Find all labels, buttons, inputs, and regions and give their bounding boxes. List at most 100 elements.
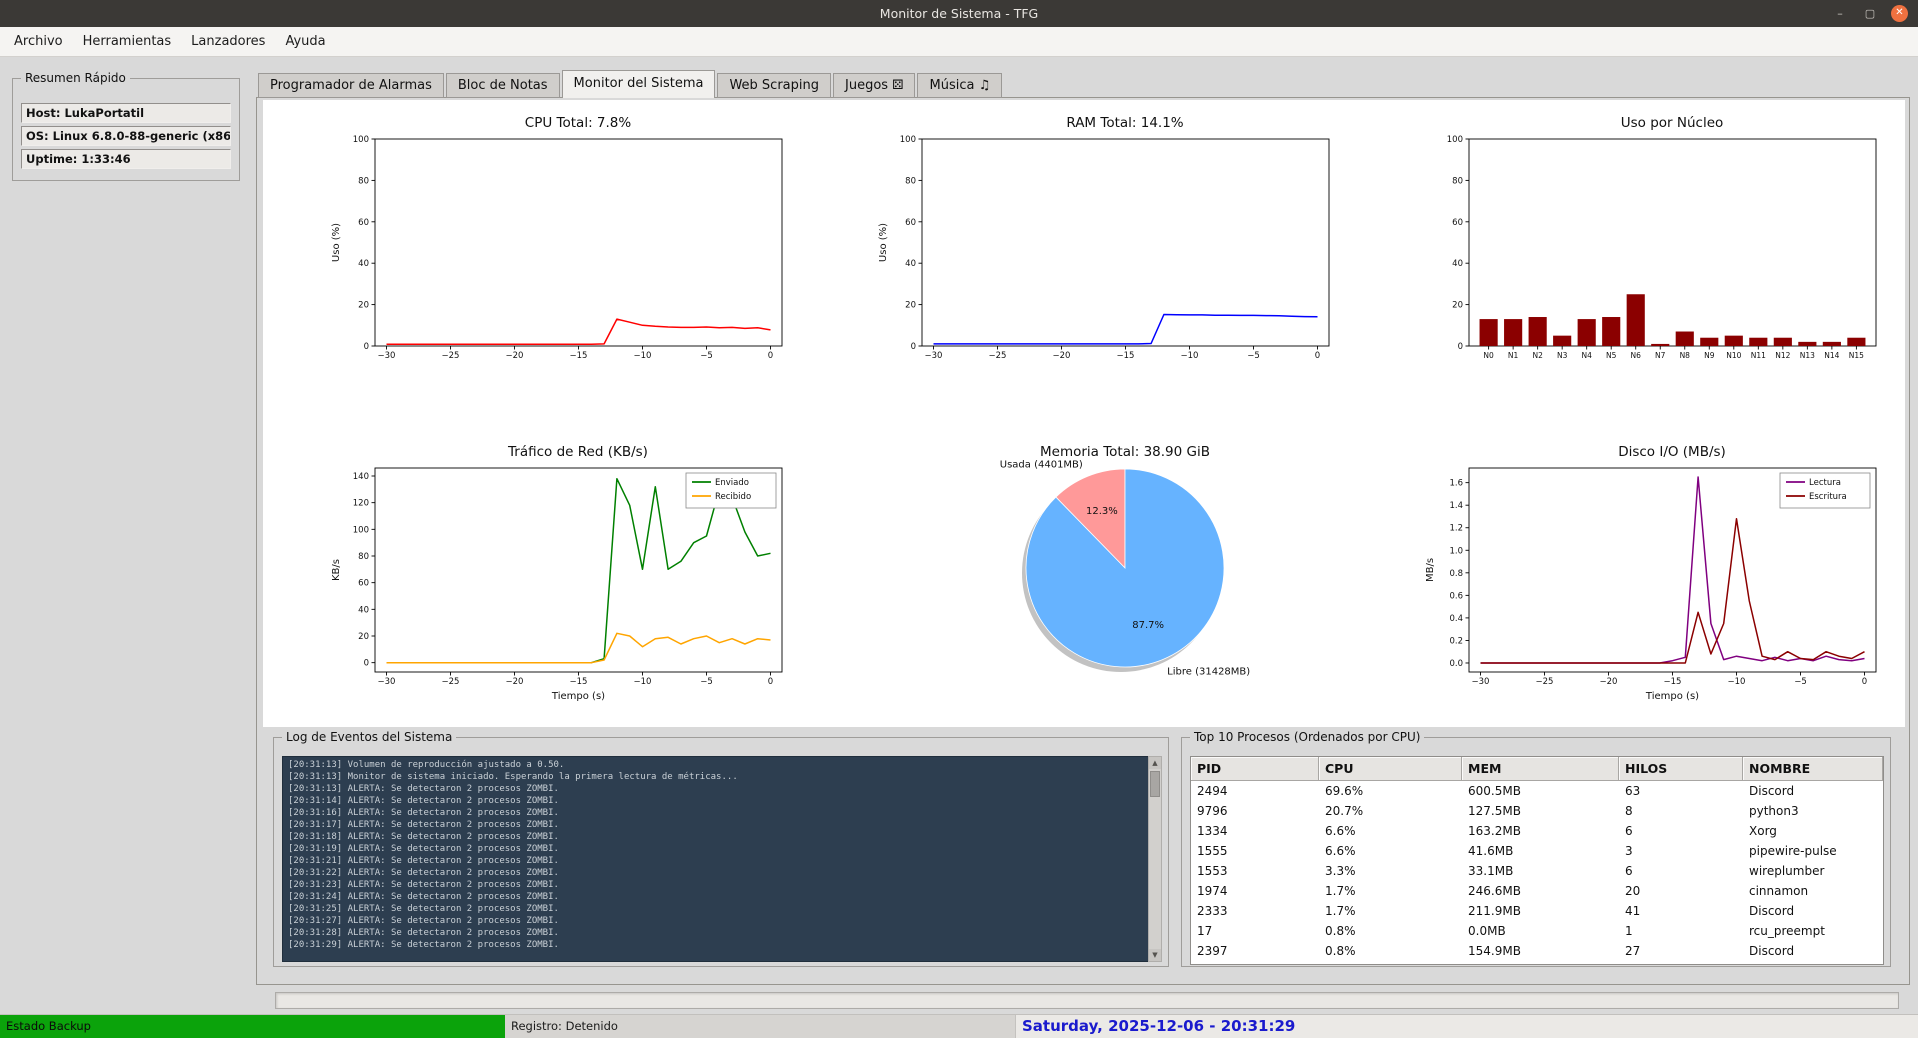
svg-text:0: 0 [1315, 351, 1320, 360]
process-cell: 33.1MB [1462, 861, 1619, 881]
svg-text:Libre (31428MB): Libre (31428MB) [1167, 667, 1250, 678]
svg-text:Escritura: Escritura [1809, 492, 1847, 502]
chart-trafico-red: Tráfico de Red (KB/s)020406080100120140−… [263, 440, 810, 731]
svg-text:12.3%: 12.3% [1086, 506, 1118, 517]
svg-text:0.8: 0.8 [1449, 569, 1463, 579]
log-line: [20:31:24] ALERTA: Se detectaron 2 proce… [288, 891, 1144, 903]
process-row[interactable]: 170.8%0.0MB1rcu_preempt [1191, 921, 1883, 941]
svg-text:N0: N0 [1483, 351, 1494, 360]
scroll-down-icon[interactable]: ▼ [1149, 949, 1161, 961]
process-row[interactable]: 23970.8%154.9MB27Discord [1191, 941, 1883, 961]
tab-programador-de-alarmas[interactable]: Programador de Alarmas [258, 73, 444, 98]
svg-text:80: 80 [358, 176, 369, 186]
log-line: [20:31:22] ALERTA: Se detectaron 2 proce… [288, 867, 1144, 879]
tab-web-scraping[interactable]: Web Scraping [717, 73, 831, 98]
log-line: [20:31:13] Monitor de sistema iniciado. … [288, 771, 1144, 783]
svg-text:Disco I/O (MB/s): Disco I/O (MB/s) [1618, 444, 1726, 460]
process-cell: 1334 [1191, 821, 1319, 841]
svg-text:Usada (4401MB): Usada (4401MB) [1000, 459, 1083, 470]
summary-field-2: Uptime: 1:33:46 [21, 149, 231, 169]
process-cell: Discord [1743, 901, 1883, 921]
svg-text:−20: −20 [506, 677, 524, 687]
column-header-hilos[interactable]: HILOS [1619, 757, 1743, 781]
log-line: [20:31:13] ALERTA: Se detectaron 2 proce… [288, 783, 1144, 795]
svg-text:20: 20 [1452, 301, 1463, 311]
svg-text:N5: N5 [1606, 351, 1617, 360]
menu-herramientas[interactable]: Herramientas [73, 29, 182, 54]
process-cell: 41 [1619, 901, 1743, 921]
svg-text:−30: −30 [1472, 677, 1490, 687]
log-scrollbar[interactable]: ▲ ▼ [1148, 756, 1162, 962]
log-console[interactable]: [20:31:13] Volumen de reproducción ajust… [282, 756, 1150, 962]
svg-text:Uso por Núcleo: Uso por Núcleo [1621, 115, 1724, 131]
process-row[interactable]: 23331.7%211.9MB41Discord [1191, 901, 1883, 921]
svg-text:−30: −30 [925, 351, 943, 360]
minimize-icon[interactable]: – [1831, 5, 1849, 23]
process-cell: 20.7% [1319, 801, 1462, 821]
svg-text:20: 20 [905, 301, 916, 311]
process-row[interactable]: 19741.7%246.6MB20cinnamon [1191, 881, 1883, 901]
log-line: [20:31:21] ALERTA: Se detectaron 2 proce… [288, 855, 1144, 867]
scrollbar-thumb[interactable] [1150, 771, 1160, 797]
scroll-up-icon[interactable]: ▲ [1149, 757, 1161, 769]
menubar: ArchivoHerramientasLanzadoresAyuda [0, 27, 1918, 57]
log-line: [20:31:23] ALERTA: Se detectaron 2 proce… [288, 879, 1144, 891]
process-cell: 0.8% [1319, 941, 1462, 961]
process-row[interactable]: 15556.6%41.6MB3pipewire-pulse [1191, 841, 1883, 861]
svg-text:−20: −20 [506, 351, 524, 360]
svg-text:−10: −10 [634, 677, 652, 687]
svg-text:20: 20 [358, 301, 369, 311]
svg-text:−20: −20 [1600, 677, 1618, 687]
datetime-label: Saturday, 2025-12-06 - 20:31:29 [1015, 1015, 1918, 1038]
svg-text:−25: −25 [442, 351, 460, 360]
column-header-pid[interactable]: PID [1191, 757, 1319, 781]
svg-text:0.4: 0.4 [1449, 614, 1463, 624]
backup-progressbar: Estado Backup [0, 1015, 505, 1038]
svg-text:100: 100 [1447, 135, 1463, 145]
process-cell: 211.9MB [1462, 901, 1619, 921]
svg-text:60: 60 [358, 579, 369, 589]
log-group: Log de Eventos del Sistema [20:31:13] Vo… [273, 737, 1169, 967]
close-icon[interactable]: ✕ [1891, 5, 1908, 22]
process-row[interactable]: 15533.3%33.1MB6wireplumber [1191, 861, 1883, 881]
process-row[interactable]: 979620.7%127.5MB8python3 [1191, 801, 1883, 821]
svg-text:140: 140 [353, 472, 369, 482]
menu-lanzadores[interactable]: Lanzadores [181, 29, 275, 54]
svg-text:Uso (%): Uso (%) [331, 223, 342, 262]
tab-juegos[interactable]: Juegos ⚄ [833, 73, 915, 98]
column-header-mem[interactable]: MEM [1462, 757, 1619, 781]
process-row[interactable]: 13346.6%163.2MB6Xorg [1191, 821, 1883, 841]
svg-text:MB/s: MB/s [1425, 558, 1436, 582]
tab-monitor-del-sistema[interactable]: Monitor del Sistema [562, 70, 716, 98]
log-line: [20:31:29] ALERTA: Se detectaron 2 proce… [288, 939, 1144, 951]
chart-ram-total: RAM Total: 14.1%020406080100−30−25−20−15… [810, 100, 1357, 364]
bottom-progressbar [275, 992, 1899, 1009]
column-header-nombre[interactable]: NOMBRE [1743, 757, 1883, 781]
svg-text:−25: −25 [989, 351, 1007, 360]
svg-text:0: 0 [1458, 342, 1463, 352]
menu-ayuda[interactable]: Ayuda [275, 29, 335, 54]
log-line: [20:31:27] ALERTA: Se detectaron 2 proce… [288, 915, 1144, 927]
process-cell: 6.6% [1319, 841, 1462, 861]
maximize-icon[interactable]: ▢ [1861, 5, 1879, 23]
log-line: [20:31:28] ALERTA: Se detectaron 2 proce… [288, 927, 1144, 939]
svg-text:−10: −10 [1728, 677, 1746, 687]
svg-text:60: 60 [1452, 218, 1463, 228]
column-header-cpu[interactable]: CPU [1319, 757, 1462, 781]
titlebar[interactable]: Monitor de Sistema - TFG – ▢ ✕ [0, 0, 1918, 27]
svg-text:N15: N15 [1849, 351, 1864, 360]
process-row[interactable]: 249469.6%600.5MB63Discord [1191, 781, 1883, 801]
datetime-text: Saturday, 2025-12-06 - 20:31:29 [1022, 1017, 1295, 1035]
process-cell: 1.7% [1319, 901, 1462, 921]
process-cell: 27 [1619, 941, 1743, 961]
svg-text:100: 100 [900, 135, 916, 145]
process-cell: 6 [1619, 821, 1743, 841]
process-cell: 600.5MB [1462, 781, 1619, 801]
tab-musica[interactable]: Música ♫ [917, 73, 1002, 98]
log-line: [20:31:19] ALERTA: Se detectaron 2 proce… [288, 843, 1144, 855]
charts-figure: CPU Total: 7.8%020406080100−30−25−20−15−… [263, 100, 1905, 727]
tab-bloc-de-notas[interactable]: Bloc de Notas [446, 73, 560, 98]
svg-text:−5: −5 [1794, 677, 1807, 687]
menu-archivo[interactable]: Archivo [4, 29, 73, 54]
svg-text:Tiempo (s): Tiempo (s) [1645, 691, 1699, 702]
